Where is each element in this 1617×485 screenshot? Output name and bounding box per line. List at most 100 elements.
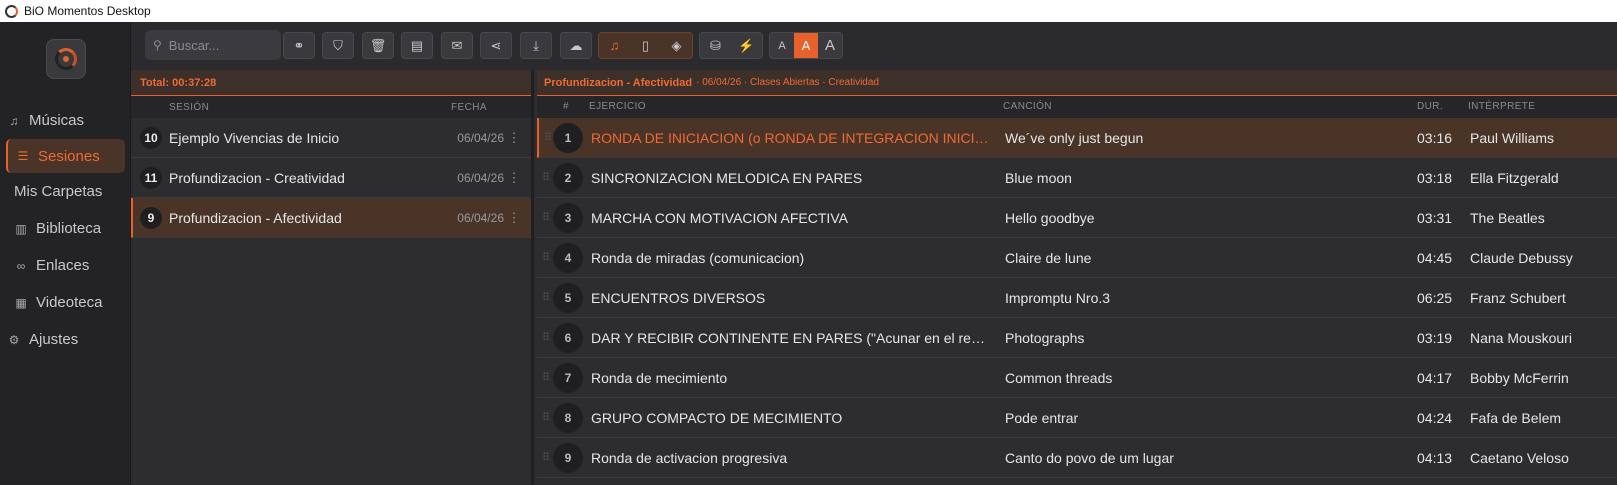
song-duration: 03:18 [1417, 170, 1453, 186]
playlist-icon: ☰ [17, 149, 29, 163]
song-duration: 03:31 [1417, 210, 1453, 226]
song-title: Common threads [1005, 370, 1113, 386]
total-duration-label: Total: 00:37:28 [140, 76, 217, 89]
font-size-small-label: A [778, 39, 786, 52]
exercise-row[interactable]: ⠿ 7 Ronda de mecimiento Common threads 0… [537, 358, 1617, 398]
exercise-name: DAR Y RECIBIR CONTINENTE EN PARES ("Acun… [591, 330, 991, 346]
column-header-song: CANCIÓN [1003, 101, 1052, 112]
song-duration: 04:45 [1417, 250, 1453, 266]
exercise-row[interactable]: ⠿ 2 SINCRONIZACION MELODICA EN PARES Blu… [537, 158, 1617, 198]
exercise-row[interactable]: ⠿ 9 Ronda de activacion progresiva Canto… [537, 438, 1617, 478]
song-title: Impromptu Nro.3 [1005, 290, 1111, 306]
song-artist: Fafa de Belem [1470, 410, 1562, 426]
sidebar-item-label: Sesiones [38, 147, 100, 165]
exercise-row[interactable]: ⠿ 5 ENCUENTROS DIVERSOS Impromptu Nro.3 … [537, 278, 1617, 318]
database-button[interactable]: ⛁ [700, 33, 731, 58]
song-duration: 04:24 [1417, 410, 1453, 426]
database-icon: ⛁ [710, 37, 721, 53]
drag-handle-icon[interactable]: ⠿ [542, 211, 550, 224]
exercise-name: GRUPO COMPACTO DE MECIMIENTO [591, 410, 843, 426]
song-title: Blue moon [1005, 170, 1072, 186]
column-header-session: SESIÓN [169, 101, 210, 113]
column-header-artist: INTÉRPRETE [1468, 101, 1536, 112]
share-tree-button[interactable]: ⚭ [283, 32, 315, 59]
app-logo-icon [5, 4, 18, 18]
exercise-name: RONDA DE INICIACION (o RONDA DE INTEGRAC… [591, 130, 991, 146]
sidebar-item-musicas[interactable]: ♫ Músicas [0, 102, 131, 139]
font-size-small-button[interactable]: A [770, 33, 794, 58]
search-input[interactable] [168, 37, 269, 53]
exercise-number-badge: 6 [553, 323, 583, 353]
column-header-duration: DUR. [1417, 101, 1444, 112]
song-artist: Caetano Veloso [1470, 450, 1569, 466]
app-window: BiO Momentos Desktop ♫ Músicas ☰ Sesione… [0, 0, 1617, 485]
font-size-medium-label: A [801, 38, 811, 53]
toolbar: ⚲ ⚭ ⛉ 🗑 ▤ ✉ ⋖ ⤓ ☁ ♫ ▯ ◈ ⛁ ⚡ A A A [131, 22, 1617, 70]
session-row-selected[interactable]: 9 Profundizacion - Afectividad 06/04/26 … [131, 198, 531, 238]
drag-handle-icon[interactable]: ⠿ [542, 451, 550, 464]
sidebar-item-sesiones[interactable]: ☰ Sesiones [6, 139, 125, 173]
export-document-button[interactable]: ▤ [401, 32, 433, 59]
song-title: Hello goodbye [1005, 210, 1095, 226]
sidebar-item-videoteca[interactable]: ▦ Videoteca [0, 284, 131, 321]
exercise-row-selected[interactable]: ⠿ 1 RONDA DE INICIACION (o RONDA DE INTE… [537, 118, 1617, 158]
drag-handle-icon[interactable]: ⠿ [544, 131, 552, 144]
drag-handle-icon[interactable]: ⠿ [542, 171, 550, 184]
brand-logo [46, 39, 86, 79]
exercises-panel: Profundizacion - Afectividad · 06/04/26 … [537, 70, 1617, 485]
cloud-button[interactable]: ☁ [560, 32, 592, 59]
quick-action-button[interactable]: ⚡ [731, 33, 762, 58]
download-cloud-button[interactable]: ⤓ [520, 32, 552, 59]
session-date: 06/04/26 [457, 130, 504, 145]
drag-handle-icon[interactable]: ⠿ [542, 291, 550, 304]
song-title: Canto do povo de um lugar [1005, 450, 1174, 466]
drag-handle-icon[interactable]: ⠿ [542, 251, 550, 264]
session-name: Profundizacion - Creatividad [169, 169, 345, 186]
drag-handle-icon[interactable]: ⠿ [542, 371, 550, 384]
sidebar-item-enlaces[interactable]: ∞ Enlaces [0, 247, 131, 284]
gear-icon: ⚙ [8, 332, 20, 347]
bookmark-button[interactable]: ⛉ [322, 32, 354, 59]
exercise-name: MARCHA CON MOTIVACION AFECTIVA [591, 210, 848, 226]
exercise-row[interactable]: ⠿ 4 Ronda de miradas (comunicacion) Clai… [537, 238, 1617, 278]
exercise-name: Ronda de miradas (comunicacion) [591, 250, 805, 266]
more-options-icon[interactable]: ⋮ [504, 170, 524, 186]
exercise-row[interactable]: ⠿ 3 MARCHA CON MOTIVACION AFECTIVA Hello… [537, 198, 1617, 238]
drag-handle-icon[interactable]: ⠿ [542, 331, 550, 344]
link-icon: ∞ [16, 258, 26, 273]
music-note-icon: ♫ [9, 113, 19, 128]
sidebar-item-label: Ajustes [29, 331, 79, 348]
session-row[interactable]: 11 Profundizacion - Creatividad 06/04/26… [131, 158, 531, 198]
song-duration: 06:25 [1417, 290, 1453, 306]
session-row[interactable]: 10 Ejemplo Vivencias de Inicio 06/04/26 … [131, 118, 531, 158]
sidebar-item-mis-carpetas[interactable]: Mis Carpetas [0, 173, 131, 210]
music-view-button[interactable]: ♫ [599, 33, 630, 58]
exercise-row[interactable]: ⠿ 8 GRUPO COMPACTO DE MECIMIENTO Pode en… [537, 398, 1617, 438]
share-button[interactable]: ⋖ [480, 32, 512, 59]
font-size-medium-button[interactable]: A [794, 33, 818, 58]
drag-handle-icon[interactable]: ⠿ [542, 411, 550, 424]
sidebar-item-label: Biblioteca [36, 220, 102, 237]
exercise-row[interactable]: ⠿ 6 DAR Y RECIBIR CONTINENTE EN PARES ("… [537, 318, 1617, 358]
data-actions-group: ⛁ ⚡ [699, 32, 763, 59]
delete-button[interactable]: 🗑 [362, 32, 394, 59]
exercise-number-badge: 8 [553, 403, 583, 433]
sidebar: ♫ Músicas ☰ Sesiones Mis Carpetas ▥ Bibl… [0, 22, 131, 485]
email-button[interactable]: ✉ [441, 32, 473, 59]
sidebar-item-label: Enlaces [36, 257, 90, 274]
document-view-button[interactable]: ▯ [630, 33, 661, 58]
exercise-name: Ronda de activacion progresiva [591, 450, 788, 466]
font-size-large-button[interactable]: A [818, 33, 842, 58]
song-title: Photographs [1005, 330, 1085, 346]
window-title: BiO Momentos Desktop [24, 4, 151, 18]
sidebar-item-biblioteca[interactable]: ▥ Biblioteca [0, 210, 131, 247]
layers-view-button[interactable]: ◈ [661, 33, 692, 58]
document-icon: ▯ [641, 37, 650, 53]
font-size-group: A A A [769, 32, 843, 59]
more-options-icon[interactable]: ⋮ [504, 130, 524, 146]
sidebar-item-ajustes[interactable]: ⚙ Ajustes [0, 321, 131, 358]
exercise-number-badge: 3 [553, 203, 583, 233]
search-icon: ⚲ [153, 38, 162, 52]
more-options-icon[interactable]: ⋮ [504, 210, 524, 226]
session-number-badge: 11 [140, 166, 162, 189]
